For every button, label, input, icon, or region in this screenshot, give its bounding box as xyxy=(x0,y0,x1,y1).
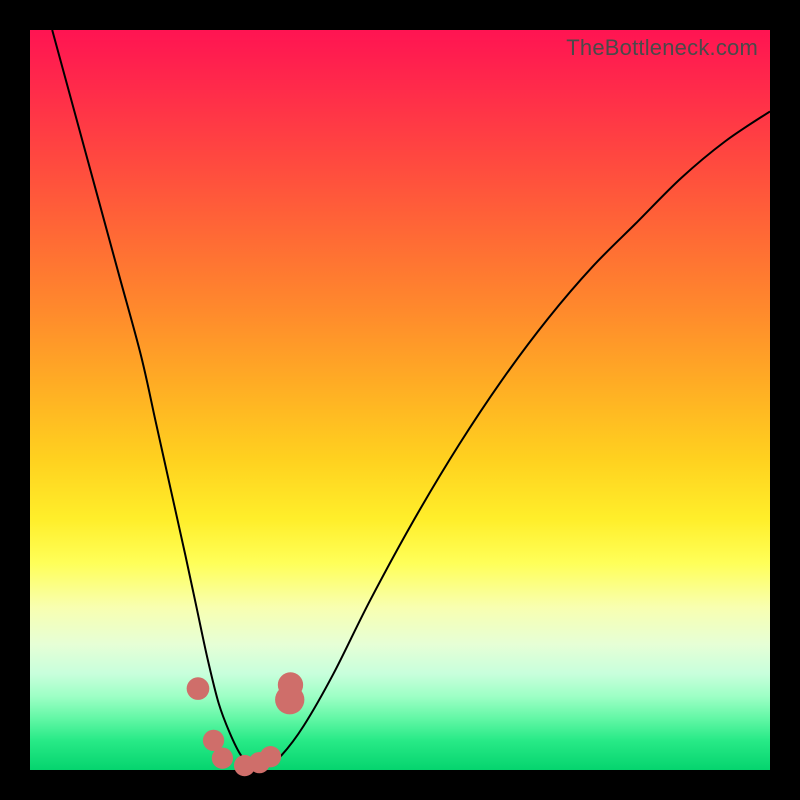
marker-group xyxy=(187,672,305,776)
data-marker xyxy=(187,677,210,700)
data-marker xyxy=(212,748,233,769)
plot-area: TheBottleneck.com xyxy=(30,30,770,770)
bottleneck-curve xyxy=(52,30,770,768)
data-marker xyxy=(260,746,281,767)
data-marker xyxy=(278,672,303,697)
chart-frame: TheBottleneck.com xyxy=(0,0,800,800)
curve-layer xyxy=(30,30,770,770)
